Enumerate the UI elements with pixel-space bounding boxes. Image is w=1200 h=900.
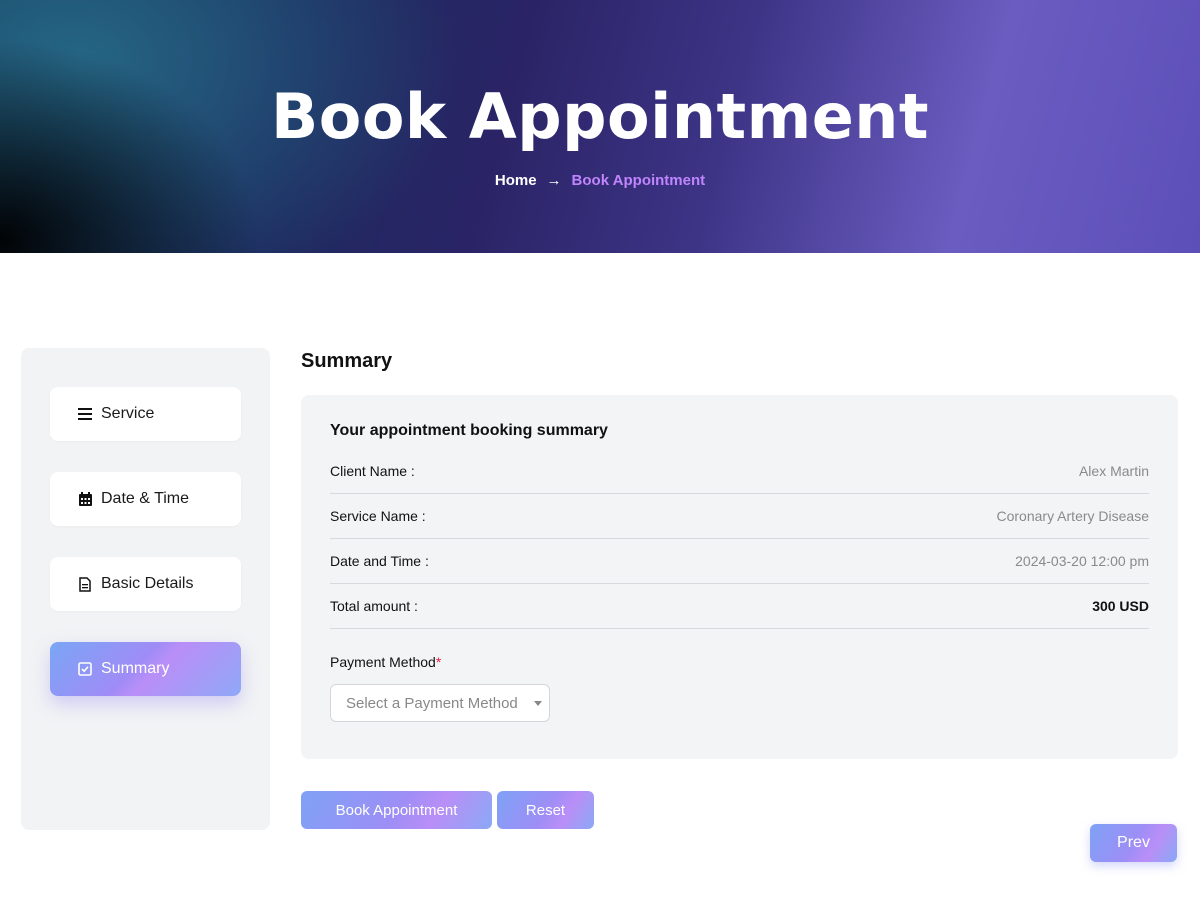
checkbox-icon [77, 661, 93, 677]
payment-method-label-text: Payment Method [330, 654, 436, 670]
step-item-basic-details[interactable]: Basic Details [50, 557, 241, 611]
summary-row-date-time: Date and Time : 2024-03-20 12:00 pm [330, 539, 1149, 584]
row-value: Coronary Artery Disease [996, 508, 1149, 524]
step-item-service[interactable]: Service [50, 387, 241, 441]
row-label: Total amount : [330, 598, 418, 614]
breadcrumb-current: Book Appointment [571, 172, 706, 189]
step-item-label: Summary [101, 660, 170, 677]
calendar-icon [77, 491, 93, 507]
reset-button[interactable]: Reset [497, 791, 594, 829]
step-item-label: Date & Time [101, 490, 190, 507]
document-icon [77, 576, 93, 592]
step-item-summary[interactable]: Summary [50, 642, 241, 696]
breadcrumb: Home → Book Appointment [0, 172, 1200, 189]
summary-row-service-name: Service Name : Coronary Artery Disease [330, 494, 1149, 539]
row-label: Service Name : [330, 508, 426, 524]
required-mark: * [435, 654, 442, 670]
step-sidebar: Service Date & Time Basic Details Summar… [21, 348, 270, 830]
row-value: 2024-03-20 12:00 pm [1015, 553, 1149, 569]
step-item-date-time[interactable]: Date & Time [50, 472, 241, 526]
row-label: Client Name : [330, 463, 415, 479]
step-item-label: Basic Details [101, 575, 194, 592]
list-icon [77, 406, 93, 422]
summary-row-total-amount: Total amount : 300 USD [330, 584, 1149, 629]
chevron-down-icon [534, 701, 542, 706]
page-title: Book Appointment [270, 80, 930, 153]
breadcrumb-home-link[interactable]: Home [495, 172, 537, 189]
prev-button[interactable]: Prev [1090, 824, 1177, 862]
payment-method-label: Payment Method* [330, 654, 441, 670]
payment-method-select[interactable]: Select a Payment Method [330, 684, 550, 722]
row-value: Alex Martin [1078, 463, 1149, 479]
booking-summary-card: Your appointment booking summary Client … [301, 395, 1178, 759]
row-value: 300 USD [1092, 598, 1149, 614]
section-title: Summary [301, 350, 393, 372]
payment-method-placeholder: Select a Payment Method [346, 694, 518, 712]
book-appointment-button[interactable]: Book Appointment [301, 791, 492, 829]
row-label: Date and Time : [330, 553, 429, 569]
page-header-banner: Book Appointment Home → Book Appointment [0, 0, 1200, 253]
arrow-right-icon: → [546, 172, 562, 189]
step-item-label: Service [101, 405, 155, 422]
card-heading: Your appointment booking summary [330, 422, 608, 439]
summary-row-client-name: Client Name : Alex Martin [330, 449, 1149, 494]
